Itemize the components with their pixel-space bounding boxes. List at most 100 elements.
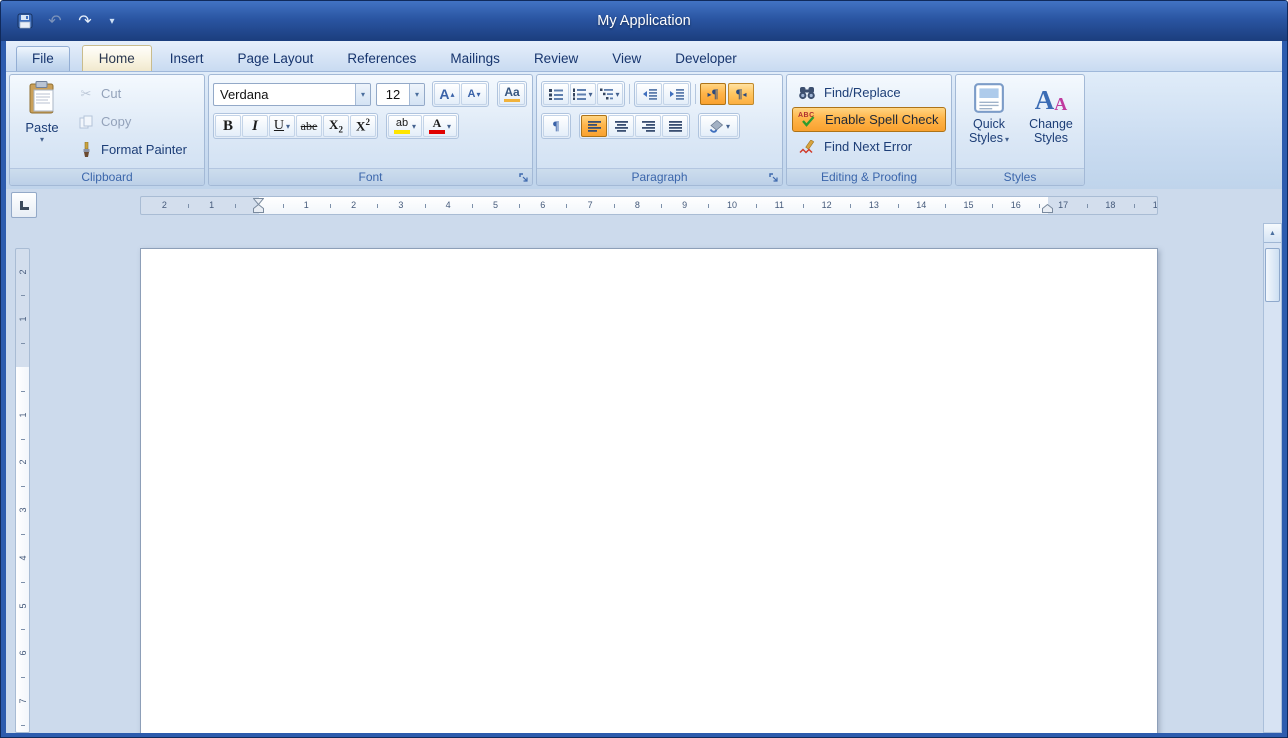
editing-group-label: Editing & Proofing [787,168,951,185]
find-next-error-button[interactable]: Find Next Error [792,134,946,159]
font-resize-strip: A ▴ A ▾ [432,81,489,107]
save-button[interactable] [15,11,35,31]
ruler-number: 6 [18,650,28,656]
tab-stop-selector[interactable] [11,192,37,218]
tab-page-layout[interactable]: Page Layout [222,46,330,71]
ruler-row: 2112345678910111213141516171819 [6,189,1282,221]
font-dialog-launcher[interactable] [517,171,530,184]
scrollbar-thumb[interactable] [1265,248,1280,302]
quick-styles-button[interactable]: Quick Styles ▾ [960,78,1018,165]
tab-references[interactable]: References [331,46,432,71]
font-size-value: 12 [385,86,401,102]
cut-icon: ✂ [80,85,92,101]
numbering-icon [573,88,587,100]
ruler-tick [21,486,25,488]
ruler-number: 11 [774,200,784,210]
shading-strip: ▾ [698,113,740,139]
bullets-button[interactable] [543,83,569,105]
copy-button[interactable]: Copy [74,109,200,134]
enable-spell-check-button[interactable]: ABC Enable Spell Check [792,107,946,132]
hanging-indent-marker[interactable] [253,204,264,213]
ruler-tick [661,204,663,208]
ruler-tick [21,343,25,345]
chevron-down-icon[interactable]: ▾ [355,83,370,105]
tab-mailings[interactable]: Mailings [434,46,516,71]
change-styles-button[interactable]: AA Change Styles [1022,78,1080,165]
titlebar: ↶ ↷ ▾ My Application [1,1,1287,41]
ruler-number: 12 [821,200,832,210]
align-left-button[interactable] [581,115,607,137]
show-paragraph-marks-button[interactable]: ¶ [543,115,569,137]
tab-view[interactable]: View [596,46,657,71]
find-replace-button[interactable]: Find/Replace [792,80,946,105]
ruler-number: 1 [18,316,28,322]
enable-spell-check-label: Enable Spell Check [825,112,939,127]
shrink-font-button[interactable]: A ▾ [461,83,487,105]
group-styles: Quick Styles ▾ AA Change Styles Styles [955,74,1085,186]
ruler-number: 8 [634,200,640,210]
align-right-button[interactable] [635,115,661,137]
clear-formatting-button[interactable]: Aa [499,83,525,105]
paragraph-dialog-launcher[interactable] [767,171,780,184]
decrease-indent-button[interactable] [636,83,662,105]
numbering-button[interactable]: ▾ [570,83,596,105]
save-icon [17,13,33,29]
underline-glyph: U [273,118,285,133]
ruler-tick [1039,204,1041,208]
quick-styles-icon [974,83,1004,113]
increase-indent-button[interactable] [663,83,689,105]
font-name-value: Verdana [220,86,269,102]
format-painter-icon [77,141,95,158]
horizontal-ruler[interactable]: 2112345678910111213141516171819 [140,196,1158,215]
qat-customize-chevron-icon[interactable]: ▾ [105,11,119,31]
scroll-up-button[interactable]: ▲ [1264,224,1281,243]
tab-file[interactable]: File [16,46,70,71]
app-window: ↶ ↷ ▾ My Application File Home Insert Pa… [0,0,1288,738]
italic-button[interactable]: I [242,115,268,137]
shrink-font-glyph: A [467,88,476,100]
chevron-down-icon[interactable]: ▾ [409,83,424,105]
ruler-number: 7 [18,698,28,704]
ruler-tick [944,204,946,208]
subscript-button[interactable]: X2 [323,115,349,137]
undo-button[interactable]: ↶ [45,11,65,31]
ruler-number: 4 [18,555,28,561]
ruler-tick [755,204,757,208]
bold-button[interactable]: B [215,115,241,137]
change-styles-icon: AA [1034,85,1068,115]
spell-check-icon: ABC [798,112,818,128]
vertical-scrollbar[interactable]: ▲ [1263,223,1282,733]
tab-developer[interactable]: Developer [659,46,753,71]
right-indent-marker[interactable] [1042,204,1053,213]
redo-button[interactable]: ↷ [75,11,95,31]
ruler-tick [850,204,852,208]
document-page[interactable] [140,248,1158,733]
vertical-ruler[interactable]: 2 1 1 2 3 4 5 6 7 [15,248,30,733]
font-color-button[interactable]: A ▾ [423,115,457,137]
cut-button[interactable]: ✂ Cut [74,81,200,106]
chevron-down-icon: ▾ [615,89,620,99]
font-size-combo[interactable]: 12 ▾ [376,82,425,106]
underline-button[interactable]: U ▾ [269,115,295,137]
font-name-combo[interactable]: Verdana ▾ [213,82,371,106]
justify-button[interactable] [662,115,688,137]
grow-font-button[interactable]: A ▴ [434,83,460,105]
right-to-left-direction-button[interactable]: ¶ ◂ [728,83,754,105]
chevron-down-icon: ▾ [286,121,291,131]
format-painter-button[interactable]: Format Painter [74,137,200,162]
highlight-color-button[interactable]: ab ▾ [388,115,422,137]
superscript-button[interactable]: X2 [350,115,376,137]
paste-button[interactable]: Paste ▾ [14,78,70,165]
multilevel-list-button[interactable]: ▾ [597,83,623,105]
tab-home[interactable]: Home [81,45,152,71]
strikethrough-button[interactable]: abe [296,115,322,137]
ruler-number: 17 [1058,200,1069,210]
ruler-number: 5 [18,603,28,609]
quick-styles-label: Quick Styles ▾ [968,117,1010,145]
tab-insert[interactable]: Insert [154,46,220,71]
tab-review[interactable]: Review [518,46,594,71]
align-center-button[interactable] [608,115,634,137]
dialog-launcher-icon [518,172,528,182]
shading-button[interactable]: ▾ [700,115,738,137]
left-to-right-direction-button[interactable]: ▸ ¶ [700,83,726,105]
